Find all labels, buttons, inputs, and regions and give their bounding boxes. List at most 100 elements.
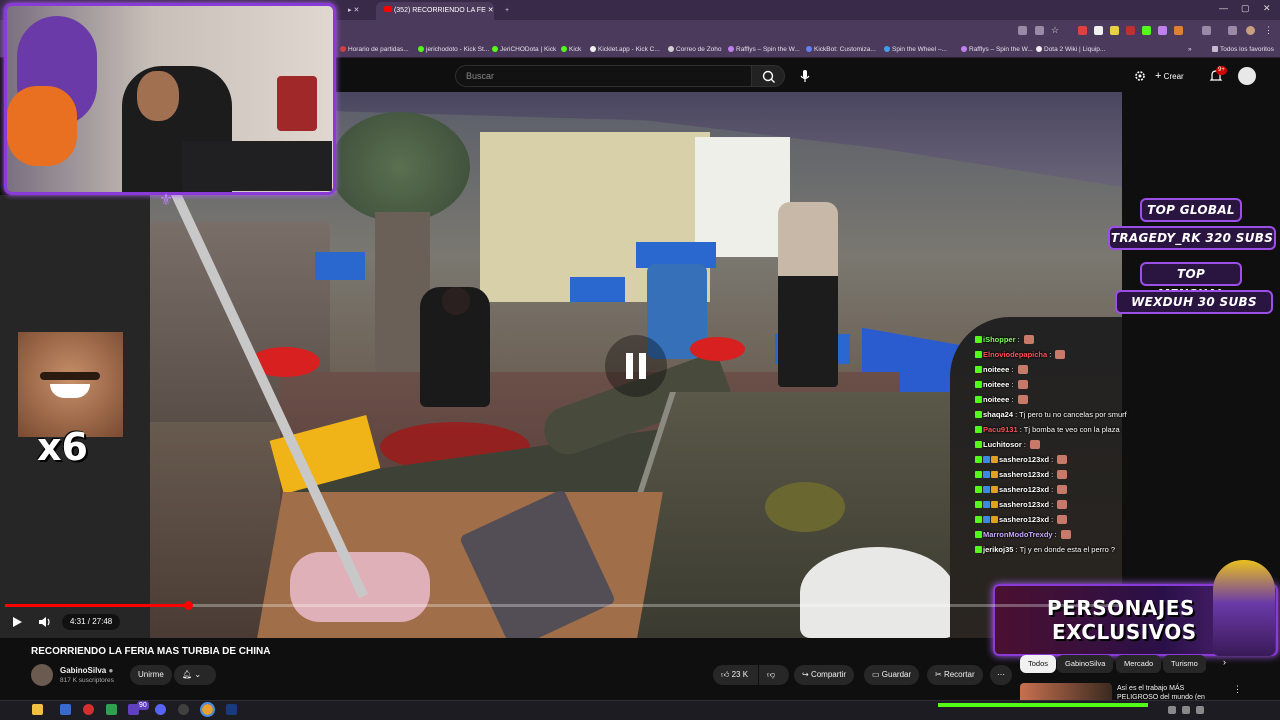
subscribed-bell-button[interactable]: 🔔︎ ⌄ — [174, 665, 216, 685]
extension-icon[interactable] — [1126, 26, 1135, 35]
cast-icon[interactable] — [1035, 26, 1044, 35]
clip-button[interactable]: ✂ Recortar — [927, 665, 983, 685]
chip-channel[interactable]: GabinoSilva — [1057, 655, 1114, 673]
download-icon[interactable] — [1228, 26, 1237, 35]
all-bookmarks-folder[interactable]: Todos los favoritos — [1212, 42, 1274, 58]
bookmark-item[interactable]: Horario de partidas... — [340, 42, 409, 58]
chrome-icon[interactable] — [200, 702, 215, 717]
tray-icon[interactable] — [1196, 706, 1204, 714]
bookmark-item[interactable]: KickBot: Customiza... — [806, 42, 876, 58]
extension-icon[interactable] — [1094, 26, 1103, 35]
bookmark-item[interactable]: Kicklet.app - Kick C... — [590, 42, 660, 58]
voice-search-button[interactable] — [794, 65, 816, 87]
chevron-right-icon[interactable]: › — [1223, 657, 1226, 667]
search-input[interactable]: Buscar — [455, 65, 752, 87]
bookmark-item[interactable]: Spin the Wheel –... — [884, 42, 947, 58]
recommendation-thumbnail[interactable] — [1020, 683, 1112, 700]
app-icon[interactable] — [60, 704, 71, 715]
maximize-icon[interactable]: ▢ — [1241, 3, 1250, 14]
plus-icon: + — [1155, 70, 1162, 82]
dislike-button[interactable]: 👎︎ — [759, 665, 789, 685]
close-window-icon[interactable]: ✕ — [1263, 3, 1271, 14]
browser-tab-pinned[interactable]: ▸ ✕ — [340, 2, 370, 20]
tab-close-icon[interactable]: ✕ — [488, 7, 494, 14]
new-tab-button[interactable]: + — [497, 2, 513, 20]
chat-username[interactable]: shaqa24 — [983, 410, 1013, 419]
chat-emote-icon — [1057, 470, 1068, 479]
channel-avatar[interactable] — [31, 664, 53, 686]
chat-username[interactable]: iShopper — [983, 335, 1016, 344]
tray-icon[interactable] — [1168, 706, 1176, 714]
extension-icon[interactable] — [1078, 26, 1087, 35]
chat-badge-icon — [975, 381, 982, 388]
chat-username[interactable]: Elnoviodepapicha — [983, 350, 1047, 359]
save-button[interactable]: ▭ Guardar — [864, 665, 920, 685]
bookmark-item[interactable]: Dota 2 Wiki | Liquip... — [1036, 42, 1105, 58]
extension-icon[interactable] — [1158, 26, 1167, 35]
chip-tourism[interactable]: Turismo — [1163, 655, 1206, 673]
bookmark-item[interactable]: Correo de Zoho — [668, 42, 722, 58]
progress-scrubber[interactable] — [183, 601, 193, 610]
app-icon[interactable] — [226, 704, 237, 715]
chat-username[interactable]: Pacu9131 — [983, 425, 1018, 434]
pause-button[interactable] — [605, 335, 667, 397]
more-icon[interactable]: ⋮ — [1233, 684, 1242, 695]
chat-username[interactable]: sashero123xd — [999, 515, 1049, 524]
chat-username[interactable]: sashero123xd — [999, 485, 1049, 494]
chat-username[interactable]: jerikoj35 — [983, 545, 1013, 554]
search-page-icon[interactable] — [1018, 26, 1027, 35]
minimize-icon[interactable]: — — [1219, 3, 1228, 13]
kick-extension-icon[interactable] — [1142, 26, 1151, 35]
dislike-icon: 👎︎ — [767, 670, 776, 679]
bookmark-item[interactable]: Rafflys – Spin the W... — [961, 42, 1033, 58]
star-icon[interactable]: ☆ — [1051, 26, 1060, 35]
chat-username[interactable]: sashero123xd — [999, 500, 1049, 509]
chat-separator: : — [1009, 380, 1016, 389]
extension-icon[interactable] — [1174, 26, 1183, 35]
chat-username[interactable]: noiteee — [983, 395, 1009, 404]
like-button[interactable]: 👍︎ 23 K — [713, 665, 758, 685]
create-button[interactable]: + Crear — [1155, 66, 1184, 86]
app-icon[interactable] — [83, 704, 94, 715]
play-button[interactable] — [9, 614, 25, 630]
chat-username[interactable]: sashero123xd — [999, 455, 1049, 464]
tray-icon[interactable] — [1182, 706, 1190, 714]
browser-tab-active[interactable]: (352) RECORRIENDO LA FE ✕ — [376, 2, 494, 20]
join-button[interactable]: Unirme — [130, 665, 172, 685]
chat-badge-icon — [975, 336, 982, 343]
bookmark-item[interactable]: JeriCHODota | Kick — [492, 42, 556, 58]
white-board — [695, 137, 790, 257]
extensions-puzzle-icon[interactable] — [1202, 26, 1211, 35]
chat-username[interactable]: sashero123xd — [999, 470, 1049, 479]
chat-username[interactable]: MarronModoTrexdy — [983, 530, 1053, 539]
chat-username[interactable]: noiteee — [983, 380, 1009, 389]
channel-name[interactable]: GabinoSilva ● — [60, 666, 113, 675]
studio-button[interactable] — [1133, 69, 1147, 83]
chip-market[interactable]: Mercado — [1116, 655, 1162, 673]
file-explorer-icon[interactable] — [32, 704, 43, 715]
extension-icon[interactable] — [1110, 26, 1119, 35]
discord-icon[interactable] — [155, 704, 166, 715]
avatar[interactable] — [1238, 67, 1256, 85]
app-icon[interactable] — [106, 704, 117, 715]
chip-all[interactable]: Todos — [1020, 655, 1057, 673]
mute-button[interactable] — [36, 614, 52, 630]
browser-menu-icon[interactable]: ⋮ — [1264, 26, 1273, 35]
share-icon: ↪ — [802, 670, 809, 679]
bookmarks-overflow-icon[interactable]: » — [1188, 42, 1192, 58]
bookmark-item[interactable]: Rafflys – Spin the W... — [728, 42, 800, 58]
profile-avatar-icon[interactable] — [1246, 26, 1255, 35]
monitor — [182, 141, 332, 191]
chat-username[interactable]: noiteee — [983, 365, 1009, 374]
chat-message: jerikoj35 : Tj y en donde esta el perro … — [975, 542, 1145, 557]
bookmark-item[interactable]: jerichodoto - Kick St... — [418, 42, 489, 58]
bookmark-item[interactable]: Kick — [561, 42, 581, 58]
search-button[interactable] — [751, 65, 785, 87]
share-button[interactable]: ↪ Compartir — [794, 665, 855, 685]
chat-separator: : — [1015, 335, 1022, 344]
play-icon — [13, 617, 22, 627]
chat-username[interactable]: Luchitosor — [983, 440, 1022, 449]
chat-message: Elnoviodepapicha : — [975, 347, 1145, 362]
more-button[interactable]: ⋯ — [990, 665, 1012, 685]
app-icon[interactable] — [178, 704, 189, 715]
